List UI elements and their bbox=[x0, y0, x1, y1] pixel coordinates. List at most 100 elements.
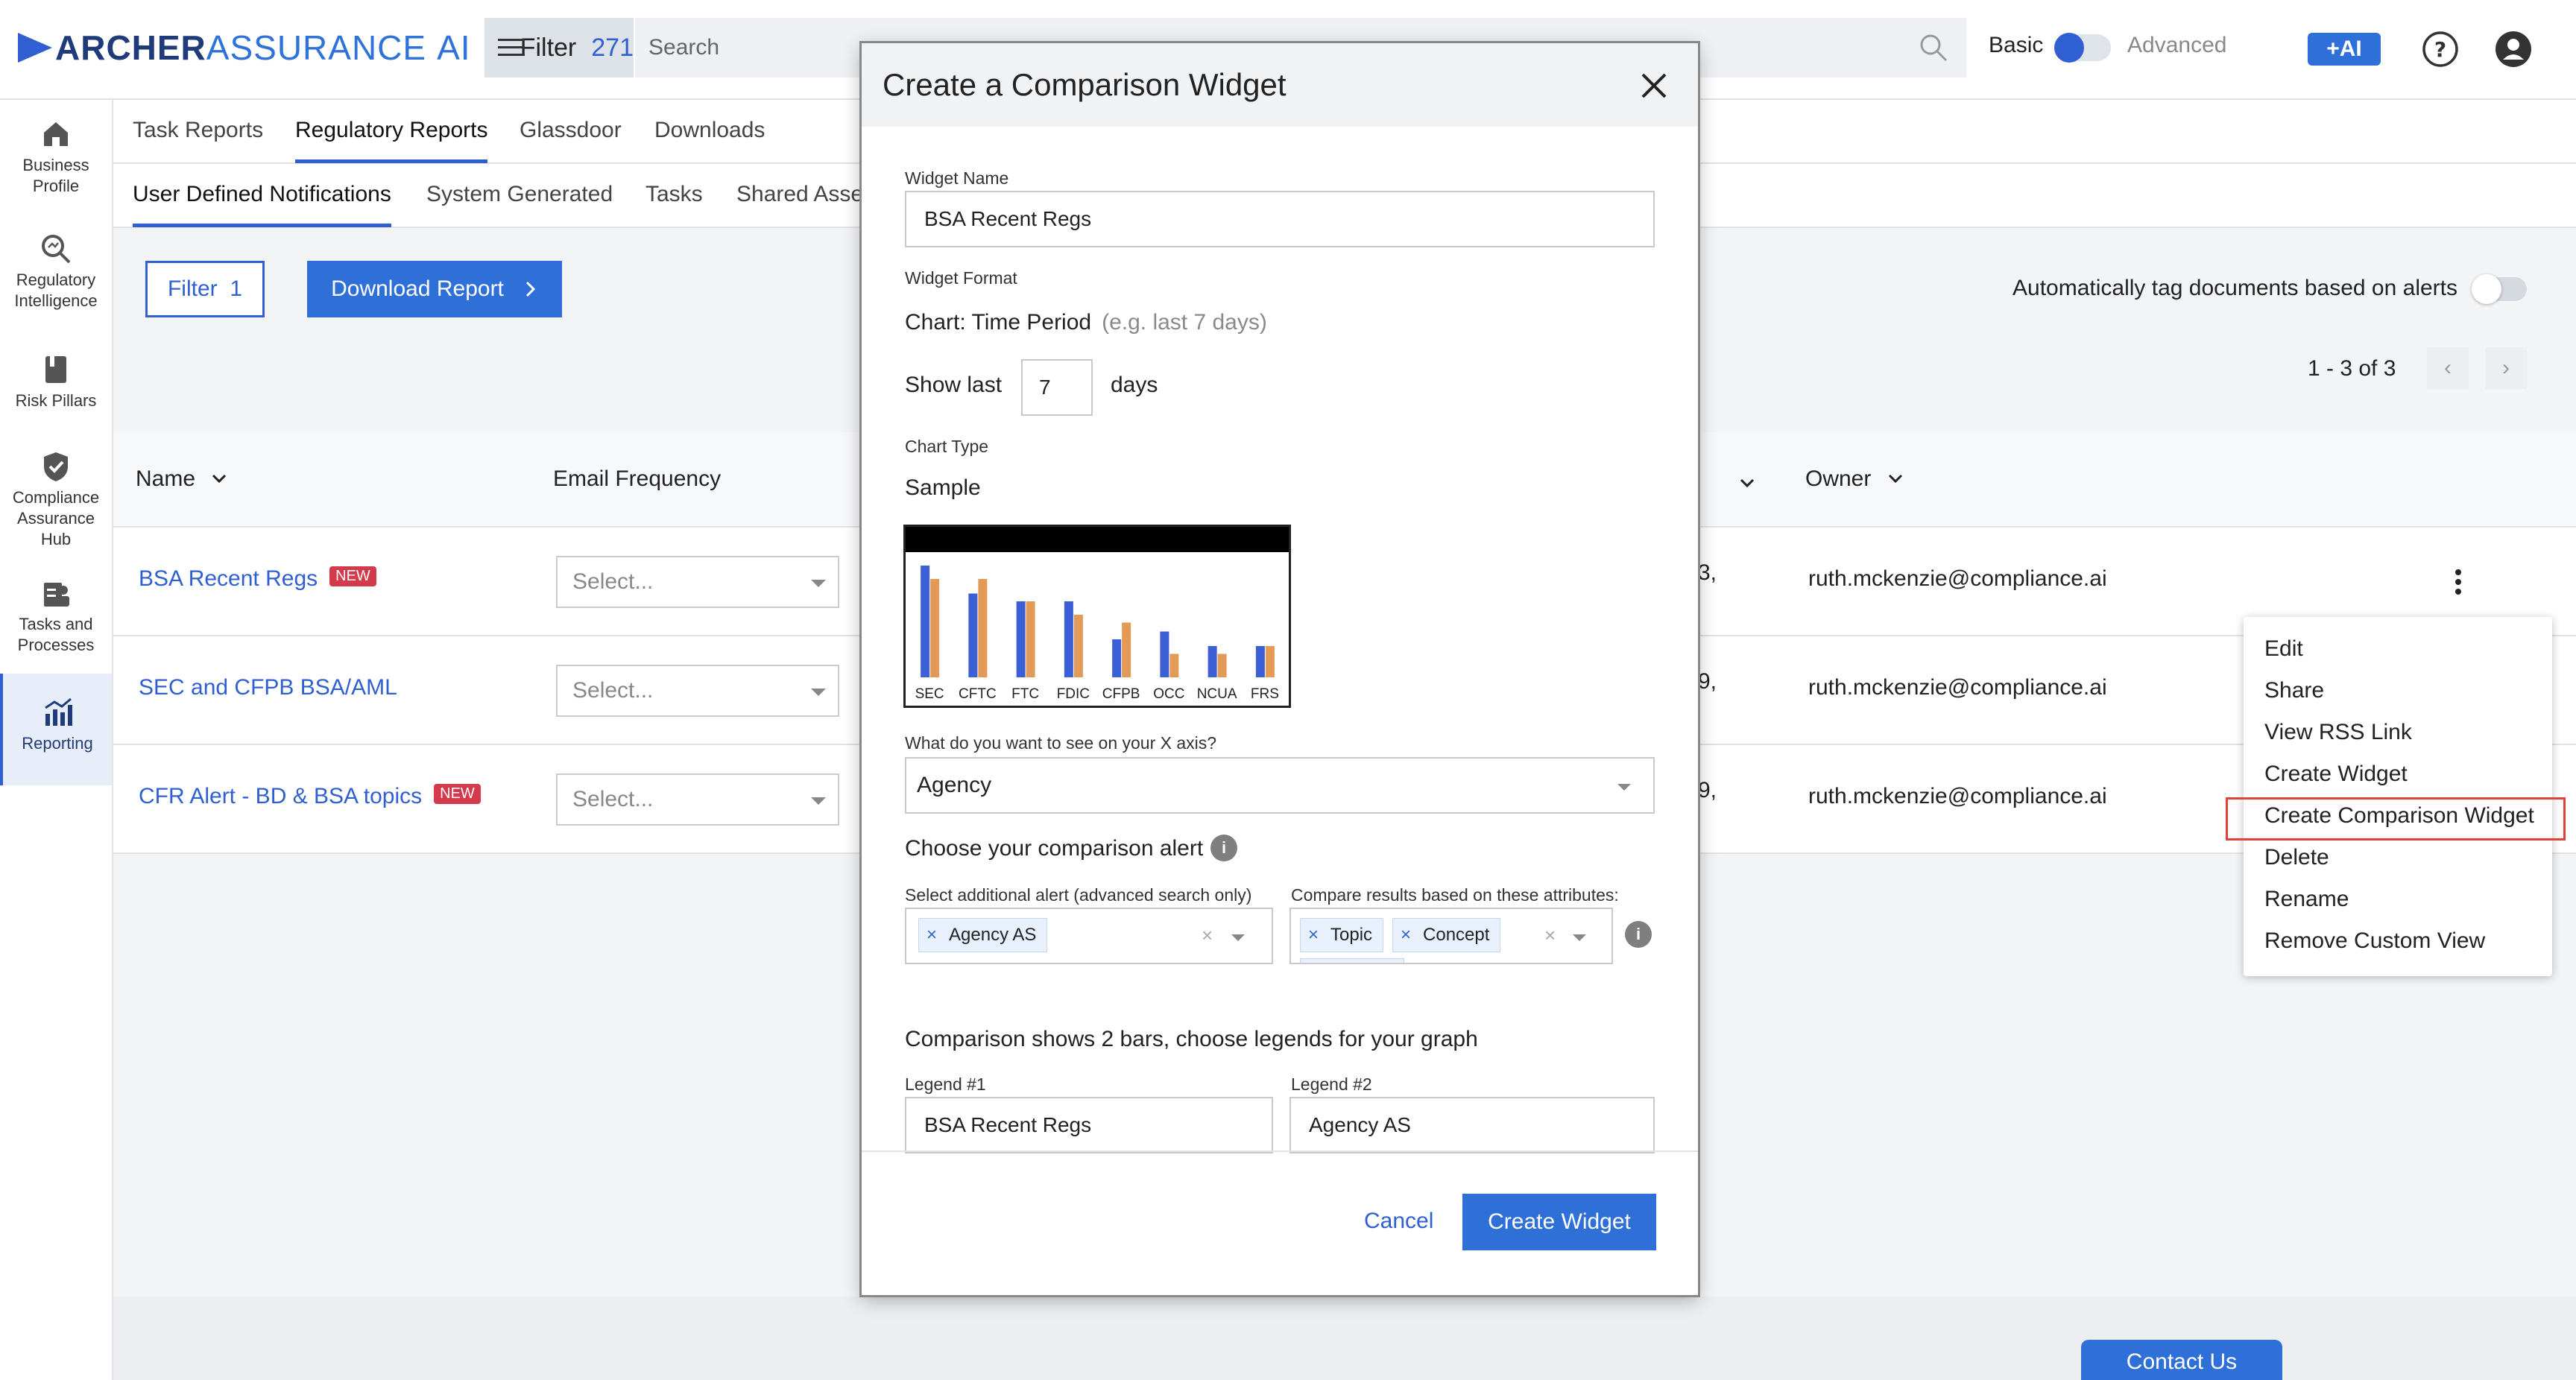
menu-item-remove-custom-view[interactable]: Remove Custom View bbox=[2264, 928, 2485, 954]
app-logo[interactable]: ARCHER ASSURANCE AI bbox=[18, 27, 471, 69]
book-icon bbox=[45, 356, 66, 383]
download-report-button[interactable]: Download Report bbox=[307, 261, 562, 317]
attribute-chip[interactable]: × Concept bbox=[1392, 918, 1501, 952]
col-owner-header[interactable]: Owner bbox=[1805, 466, 1904, 492]
compare-attributes-label: Compare results based on these attribute… bbox=[1291, 885, 1619, 905]
sample-chart: SEC CFTC FTC FDIC CFPB OCC NCUA FRS bbox=[903, 525, 1291, 708]
chart-bar-ncua-s2 bbox=[1217, 653, 1227, 677]
row-name-link[interactable]: SEC and CFPB BSA/AML bbox=[139, 675, 397, 700]
search-icon[interactable] bbox=[1919, 33, 1948, 63]
email-frequency-select[interactable]: Select... bbox=[556, 665, 839, 717]
menu-item-rename[interactable]: Rename bbox=[2264, 887, 2349, 912]
filter-button[interactable]: Filter 1 bbox=[145, 261, 265, 317]
row-owner: ruth.mckenzie@compliance.ai bbox=[1808, 675, 2107, 700]
chart-bar-ncua-s1 bbox=[1208, 646, 1217, 677]
chevron-down-icon bbox=[212, 474, 227, 484]
contact-us-button[interactable]: Contact Us bbox=[2081, 1340, 2282, 1380]
menu-item-create-widget[interactable]: Create Widget bbox=[2264, 762, 2408, 787]
menu-item-share[interactable]: Share bbox=[2264, 678, 2324, 703]
chart-bar-occ-s2 bbox=[1169, 653, 1179, 677]
attribute-chip[interactable]: × Topic bbox=[1300, 918, 1384, 952]
additional-alert-select[interactable]: × Agency AS × bbox=[905, 908, 1273, 964]
info-icon[interactable]: i bbox=[1625, 921, 1652, 948]
create-widget-button[interactable]: Create Widget bbox=[1462, 1194, 1656, 1250]
search-placeholder: Search bbox=[648, 35, 720, 60]
chart-bar-ftc-s2 bbox=[1026, 601, 1035, 677]
menu-item-edit[interactable]: Edit bbox=[2264, 636, 2303, 662]
more-options-icon[interactable] bbox=[2455, 569, 2461, 595]
remove-chip-icon: × bbox=[926, 925, 938, 945]
remove-chip-icon: × bbox=[1308, 925, 1319, 945]
chart-bar-sec-s2 bbox=[930, 579, 940, 677]
modal-header: Create a Comparison Widget bbox=[862, 43, 1698, 127]
legend1-label: Legend #1 bbox=[905, 1074, 986, 1094]
tab-regulatory-reports[interactable]: Regulatory Reports bbox=[295, 118, 488, 163]
tab-downloads[interactable]: Downloads bbox=[654, 118, 765, 159]
row-truncated-value: 9, bbox=[1698, 778, 1717, 803]
logo-word-1: ARCHER bbox=[55, 28, 206, 67]
compare-attributes-select[interactable]: × Topic × Concept × bbox=[1289, 908, 1613, 964]
close-icon[interactable] bbox=[1638, 70, 1670, 101]
legend2-input[interactable]: Agency AS bbox=[1289, 1097, 1655, 1153]
widget-format-label: Widget Format bbox=[905, 268, 1017, 288]
comparison-widget-modal: Create a Comparison Widget Widget Name B… bbox=[862, 43, 1698, 1295]
chart-bar-cfpb-s1 bbox=[1112, 639, 1122, 677]
legend-intro: Comparison shows 2 bars, choose legends … bbox=[905, 1027, 1478, 1051]
widget-name-label: Widget Name bbox=[905, 168, 1009, 188]
tab-tasks[interactable]: Tasks bbox=[645, 182, 703, 224]
email-frequency-select[interactable]: Select... bbox=[556, 773, 839, 826]
show-last-days-input[interactable]: 7 bbox=[1021, 359, 1093, 416]
row-name-link[interactable]: BSA Recent Regs NEW bbox=[139, 566, 376, 592]
email-frequency-select[interactable]: Select... bbox=[556, 556, 839, 608]
chart-icon bbox=[45, 697, 72, 726]
row-truncated-value: 3, bbox=[1698, 560, 1717, 585]
widget-name-input[interactable]: BSA Recent Regs bbox=[905, 191, 1655, 247]
cancel-button[interactable]: Cancel bbox=[1364, 1209, 1433, 1234]
alert-chip[interactable]: × Agency AS bbox=[918, 918, 1048, 952]
chevron-down-icon[interactable] bbox=[1738, 477, 1756, 490]
info-icon[interactable]: i bbox=[1210, 835, 1237, 861]
help-icon[interactable]: ? bbox=[2421, 30, 2460, 69]
x-axis-select[interactable]: Agency bbox=[905, 757, 1655, 814]
sidebar-item-regulatory-intelligence[interactable]: Regulatory Intelligence bbox=[0, 232, 112, 322]
chart-tick-label: CFPB bbox=[1102, 686, 1140, 702]
logo-mark-icon bbox=[18, 33, 52, 63]
ai-button[interactable]: +AI bbox=[2308, 33, 2381, 66]
sidebar-item-business-profile[interactable]: Business Profile bbox=[0, 118, 112, 207]
chart-bar-fdic-s1 bbox=[1064, 601, 1073, 677]
menu-item-view-rss-link[interactable]: View RSS Link bbox=[2264, 720, 2412, 745]
tab-task-reports[interactable]: Task Reports bbox=[133, 118, 263, 159]
sidebar-item-reporting[interactable]: Reporting bbox=[0, 674, 112, 785]
search-mode-toggle[interactable] bbox=[2054, 33, 2111, 63]
sidebar-item-compliance-assurance-hub[interactable]: Compliance Assurance Hub bbox=[0, 450, 112, 562]
clear-icon[interactable]: × bbox=[1202, 924, 1213, 947]
left-sidebar: Business Profile Regulatory Intelligence R… bbox=[0, 100, 113, 1380]
row-name-link[interactable]: CFR Alert - BD & BSA topics NEW bbox=[139, 784, 481, 809]
tab-shared-assets[interactable]: Shared Asse bbox=[736, 182, 863, 224]
legend1-input[interactable]: BSA Recent Regs bbox=[905, 1097, 1273, 1153]
global-filter-button[interactable]: Filter 271 bbox=[484, 18, 634, 77]
auto-tag-toggle[interactable] bbox=[2472, 274, 2527, 304]
chevron-down-icon bbox=[1888, 474, 1902, 484]
logo-word-3: AI bbox=[437, 28, 471, 67]
chart-bar-occ-s1 bbox=[1160, 631, 1169, 677]
next-page-button[interactable]: › bbox=[2485, 347, 2527, 389]
tab-system-generated[interactable]: System Generated bbox=[426, 182, 613, 224]
row-owner: ruth.mckenzie@compliance.ai bbox=[1808, 784, 2107, 808]
sidebar-item-risk-pillars[interactable]: Risk Pillars bbox=[0, 353, 112, 428]
sidebar-item-tasks-and-processes[interactable]: Tasks and Processes bbox=[0, 577, 112, 674]
mode-basic-label: Basic bbox=[1989, 33, 2044, 57]
pagination-text: 1 - 3 of 3 bbox=[2308, 356, 2396, 381]
menu-item-delete[interactable]: Delete bbox=[2264, 845, 2329, 870]
chart-type-label: Chart Type bbox=[905, 437, 989, 456]
clear-icon[interactable]: × bbox=[1544, 924, 1556, 947]
modal-title: Create a Comparison Widget bbox=[883, 67, 1287, 102]
chart-tick-label: OCC bbox=[1153, 686, 1184, 702]
chevron-right-icon bbox=[525, 281, 536, 297]
modal-footer-divider bbox=[862, 1150, 1698, 1152]
prev-page-button[interactable]: ‹ bbox=[2427, 347, 2469, 389]
tab-user-defined-notifications[interactable]: User Defined Notifications bbox=[133, 182, 391, 227]
tab-glassdoor[interactable]: Glassdoor bbox=[520, 118, 622, 159]
col-name-header[interactable]: Name bbox=[136, 466, 228, 492]
user-avatar-icon[interactable] bbox=[2494, 30, 2533, 69]
